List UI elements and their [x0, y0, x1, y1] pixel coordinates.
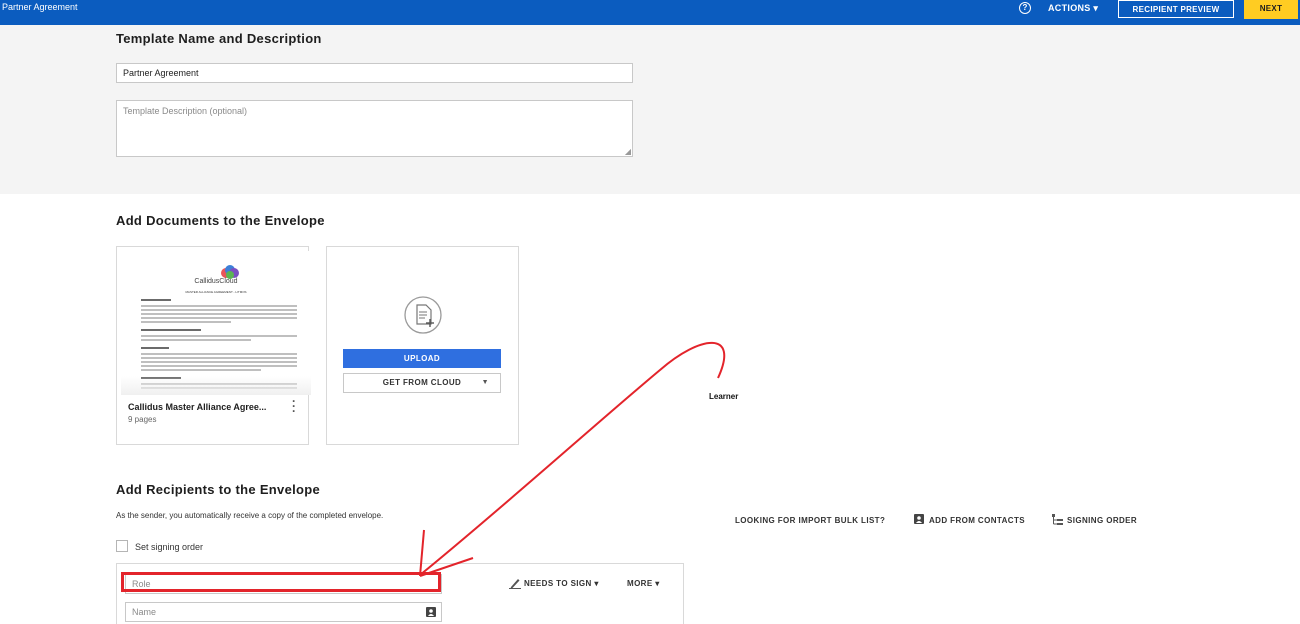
annotation-arrow	[419, 341, 726, 577]
annotation-label: Learner	[709, 392, 739, 401]
